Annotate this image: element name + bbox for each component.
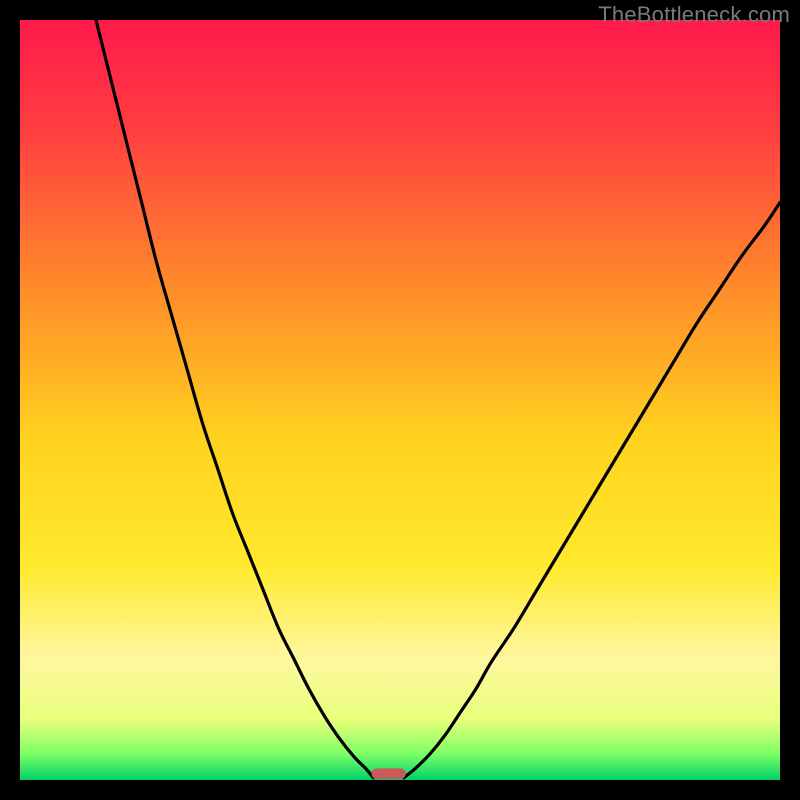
bottleneck-chart xyxy=(20,20,780,780)
chart-frame xyxy=(20,20,780,780)
plot-area xyxy=(20,20,780,780)
gradient-background xyxy=(20,20,780,780)
watermark-text: TheBottleneck.com xyxy=(598,2,790,28)
bottleneck-marker xyxy=(372,768,406,779)
